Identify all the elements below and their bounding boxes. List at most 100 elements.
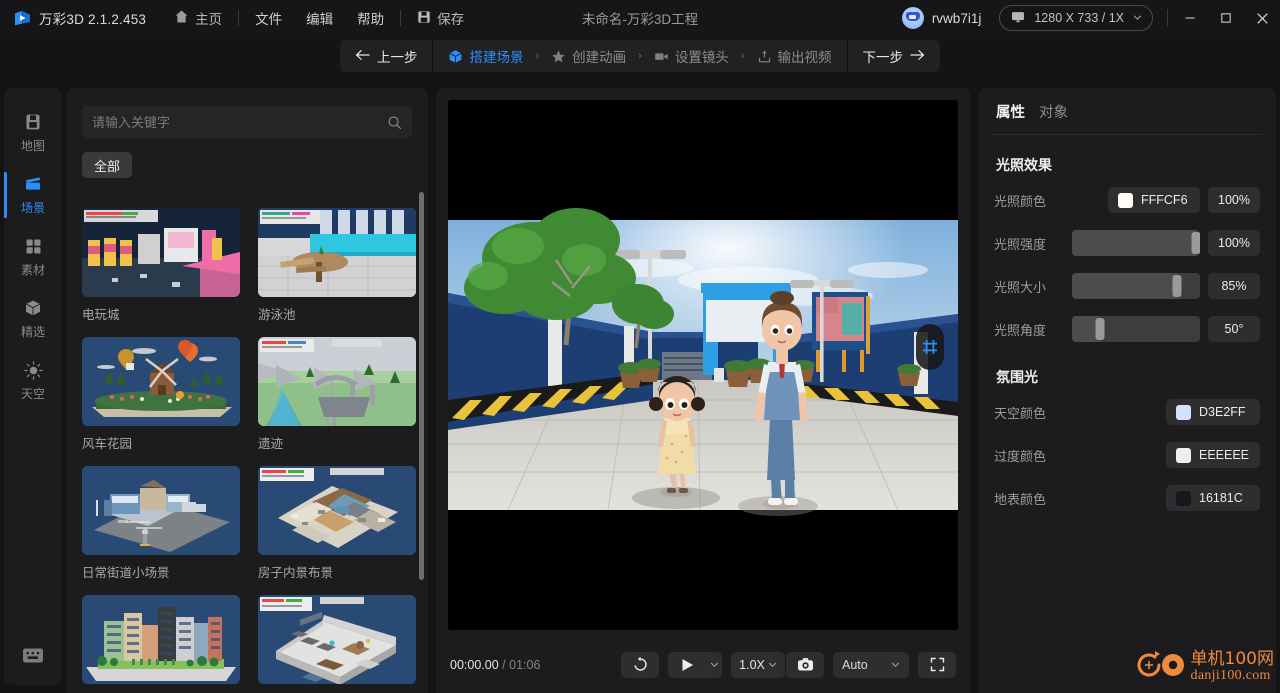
arrow-right-icon (910, 49, 925, 64)
rail-item-featured[interactable]: 精选 (4, 288, 62, 350)
step-create-animation[interactable]: 创建动画 (540, 40, 637, 72)
current-time: 00:00.00 (450, 657, 499, 672)
save-button[interactable]: 保存 (417, 8, 464, 28)
rail-label: 地图 (20, 139, 45, 153)
menu-file[interactable]: 文件 (255, 8, 282, 28)
rail-item-sky[interactable]: 天空 (4, 350, 62, 412)
minimize-button[interactable] (1172, 0, 1208, 36)
scene-card[interactable]: 房子内景布景 (258, 466, 416, 581)
light-intensity-value[interactable]: 100% (1208, 230, 1260, 256)
snapshot-button[interactable] (786, 651, 824, 678)
scene-card[interactable]: 办公室 (258, 595, 416, 693)
step-label: 设置镜头 (674, 50, 729, 65)
tab-properties[interactable]: 属性 (996, 101, 1025, 122)
playback-speed-dropdown[interactable]: 1.0X (731, 651, 785, 678)
left-tool-rail: 地图 场景 素材 精选 天空 (4, 88, 62, 685)
property-label: 光照角度 (994, 322, 1047, 338)
home-button[interactable]: 主页 (174, 8, 222, 28)
ground-color-picker[interactable]: 16181C (1166, 485, 1260, 511)
assets-grid-icon (23, 236, 43, 256)
sky-color-picker[interactable]: D3E2FF (1166, 399, 1260, 425)
property-control: D3E2FF (1072, 399, 1260, 425)
timecode: 00:00.00 / 01:06 (450, 658, 540, 672)
light-intensity-slider[interactable] (1072, 230, 1200, 256)
user-account[interactable]: rvwb7i1j (901, 7, 982, 29)
property-control: EEEEEE (1072, 442, 1260, 468)
fullscreen-button[interactable] (918, 651, 956, 678)
next-step-label: 下一步 (862, 50, 904, 65)
search-icon[interactable] (387, 115, 402, 130)
light-color-picker[interactable]: FFFCF6 (1108, 187, 1200, 213)
chip-all[interactable]: 全部 (82, 152, 133, 178)
star-icon (551, 49, 566, 64)
search-input[interactable] (92, 114, 387, 130)
scene-card[interactable]: 风车花园 (82, 337, 240, 452)
library-scrollbar[interactable] (419, 192, 424, 580)
menu-edit[interactable]: 编辑 (306, 8, 333, 28)
slider-knob[interactable] (1172, 275, 1182, 297)
scene-label: 风车花园 (82, 437, 133, 451)
divider (400, 10, 402, 26)
light-size-value[interactable]: 85% (1208, 273, 1260, 299)
rail-item-map[interactable]: 地图 (4, 102, 62, 164)
scene-card[interactable]: 小区门口 (82, 595, 240, 693)
rail-item-assets[interactable]: 素材 (4, 226, 62, 288)
step-build-scene[interactable]: 搭建场景 (437, 40, 534, 72)
resolution-label: 1280 X 733 / 1X (1034, 11, 1124, 25)
tab-objects[interactable]: 对象 (1039, 101, 1068, 122)
quality-dropdown[interactable]: Auto (833, 651, 909, 678)
property-control: 50° (1072, 316, 1260, 342)
light-angle-value[interactable]: 50° (1208, 316, 1260, 342)
prev-step-button[interactable]: 上一步 (340, 40, 433, 72)
transition-color-picker[interactable]: EEEEEE (1166, 442, 1260, 468)
grid-gizmo-icon[interactable] (916, 324, 944, 370)
watermark-text: 单机100网 danji100.com (1191, 650, 1274, 684)
light-color-opacity[interactable]: 100% (1208, 187, 1260, 213)
home-label: 主页 (195, 12, 223, 27)
color-swatch (1176, 404, 1191, 420)
scene-card[interactable]: 遗迹 (258, 337, 416, 452)
user-name: rvwb7i1j (931, 10, 982, 26)
title-bar: 万彩3D 2.1.2.453 主页 文件 编辑 帮助 保存 未命名-万彩3D工程… (0, 0, 1280, 36)
resolution-selector[interactable]: 1280 X 733 / 1X (999, 5, 1153, 31)
preview-video[interactable] (448, 100, 958, 630)
color-hex: 16181C (1199, 491, 1243, 505)
chevron-down-icon (768, 658, 777, 672)
time-separator: / (502, 657, 506, 672)
divider (1167, 9, 1168, 27)
scene-card[interactable]: 游泳池 (258, 208, 416, 323)
step-export-video[interactable]: 输出视频 (746, 40, 843, 72)
cube-featured-icon (23, 298, 43, 318)
property-row-transition-color: 过度颜色 EEEEEE (994, 437, 1260, 473)
step-set-camera[interactable]: 设置镜头 (643, 40, 740, 72)
close-button[interactable] (1244, 0, 1280, 36)
scene-card[interactable]: 电玩城 (82, 208, 240, 323)
property-row-sky-color: 天空颜色 D3E2FF (994, 394, 1260, 430)
scene-card[interactable]: 日常街道小场景 (82, 466, 240, 581)
search-box[interactable] (82, 106, 412, 138)
play-options-dropdown[interactable] (706, 651, 723, 678)
scene-thumbnail (258, 337, 416, 426)
play-button[interactable] (668, 651, 707, 678)
loop-button[interactable] (621, 651, 660, 678)
property-label: 地表颜色 (994, 491, 1047, 507)
scene-thumbnail (258, 595, 416, 684)
menu-help[interactable]: 帮助 (357, 8, 384, 28)
app-name: 万彩3D 2.1.2.453 (39, 12, 147, 27)
slider-knob[interactable] (1191, 232, 1200, 254)
maximize-button[interactable] (1208, 0, 1244, 36)
application-window: 万彩3D 2.1.2.453 主页 文件 编辑 帮助 保存 未命名-万彩3D工程… (0, 0, 1280, 693)
next-step-button[interactable]: 下一步 (848, 40, 941, 72)
light-size-slider[interactable] (1072, 273, 1200, 299)
watermark: 单机100网 danji100.com (1137, 646, 1274, 689)
rail-label: 场景 (20, 201, 45, 215)
keyboard-icon[interactable] (22, 647, 44, 669)
save-label: 保存 (437, 12, 465, 27)
rail-item-scene[interactable]: 场景 (4, 164, 62, 226)
scene-label: 房子内景布景 (258, 566, 334, 580)
light-angle-slider[interactable] (1072, 316, 1200, 342)
speed-label: 1.0X (739, 657, 765, 672)
slider-knob[interactable] (1095, 318, 1105, 340)
title-bar-right: rvwb7i1j 1280 X 733 / 1X (901, 0, 1280, 36)
search-area (66, 88, 428, 138)
